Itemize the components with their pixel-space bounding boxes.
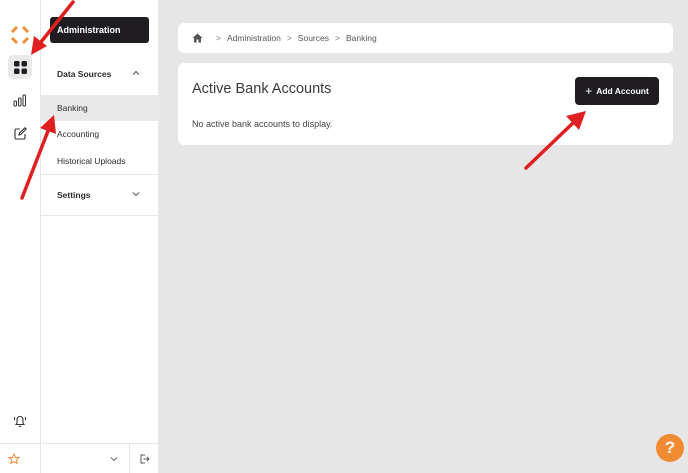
bell-icon[interactable]: [8, 409, 32, 433]
plus-icon: +: [585, 83, 593, 98]
settings-section-toggle[interactable]: Settings: [41, 181, 159, 209]
edit-icon[interactable]: [8, 121, 32, 145]
bar-chart-icon[interactable]: [8, 88, 32, 112]
administration-button[interactable]: Administration: [50, 17, 149, 43]
app-root: Administration Data Sources Banking Acco…: [0, 0, 688, 473]
page-title: Active Bank Accounts: [192, 81, 332, 97]
sidebar-item-label: Banking: [57, 103, 88, 113]
breadcrumb: > Administration > Sources > Banking: [178, 23, 673, 53]
breadcrumb-banking: Banking: [345, 33, 377, 43]
add-account-button[interactable]: + Add Account: [575, 77, 659, 105]
help-button[interactable]: ?: [656, 434, 684, 462]
chevron-up-icon: [132, 70, 140, 75]
settings-label: Settings: [57, 190, 91, 200]
chevron-down-icon: [132, 192, 140, 197]
divider: [41, 215, 159, 216]
breadcrumb-separator: >: [286, 33, 292, 43]
add-account-label: Add Account: [596, 86, 649, 96]
sidebar-item-label: Historical Uploads: [57, 156, 126, 166]
breadcrumb-separator: >: [216, 33, 221, 43]
sidebar-item-historical-uploads[interactable]: Historical Uploads: [41, 148, 159, 174]
star-icon[interactable]: [8, 453, 20, 465]
breadcrumb-separator: >: [334, 33, 340, 43]
chevron-down-icon[interactable]: [109, 454, 119, 464]
footer-separator: [129, 444, 130, 473]
breadcrumb-administration[interactable]: Administration: [227, 33, 281, 43]
logo-icon[interactable]: [9, 24, 31, 46]
footer-divider: [0, 443, 159, 444]
sidebar-item-banking[interactable]: Banking: [41, 95, 159, 121]
icon-rail: [0, 0, 41, 473]
dashboard-icon[interactable]: [8, 55, 32, 79]
main-content: > Administration > Sources > Banking Act…: [159, 0, 688, 473]
sidebar-item-label: Accounting: [57, 129, 100, 139]
admin-sidebar: Administration Data Sources Banking Acco…: [41, 0, 159, 473]
empty-state-message: No active bank accounts to display.: [192, 119, 333, 129]
home-icon[interactable]: [192, 33, 203, 43]
data-sources-section-toggle[interactable]: Data Sources: [41, 60, 159, 88]
logout-icon[interactable]: [138, 453, 150, 465]
breadcrumb-sources[interactable]: Sources: [298, 33, 329, 43]
data-sources-label: Data Sources: [57, 69, 112, 79]
sidebar-item-accounting[interactable]: Accounting: [41, 121, 159, 147]
divider: [41, 174, 159, 175]
bank-accounts-card: Active Bank Accounts No active bank acco…: [178, 63, 673, 145]
